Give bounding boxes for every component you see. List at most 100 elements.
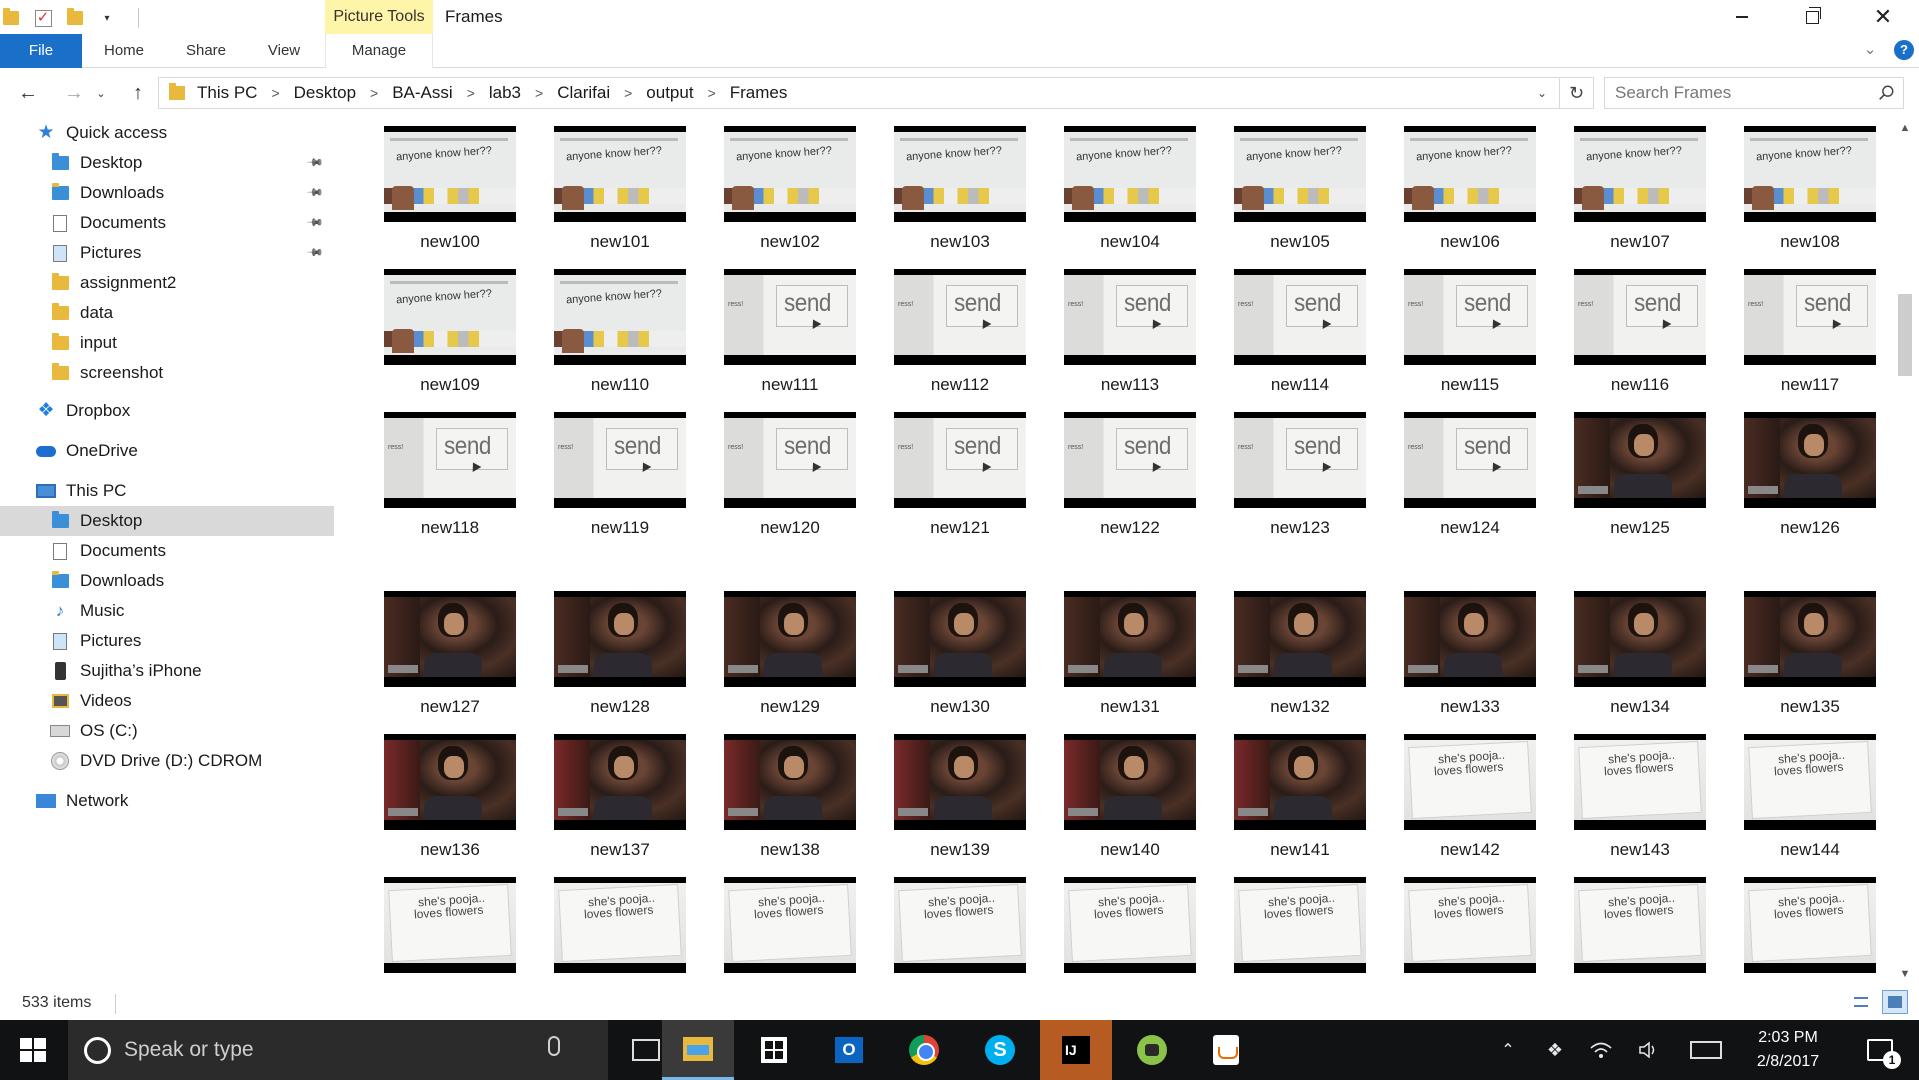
file-tile[interactable]: new137 <box>540 734 700 860</box>
breadcrumb-item[interactable]: Desktop <box>294 83 356 103</box>
file-tile[interactable]: ress! send new121 <box>880 412 1040 538</box>
close-button[interactable]: ✕ <box>1853 0 1913 34</box>
breadcrumb-item[interactable]: lab3 <box>489 83 521 103</box>
show-hidden-icons-button[interactable]: ⌃ <box>1494 1020 1522 1080</box>
breadcrumb-separator-icon[interactable]: > <box>271 85 279 101</box>
file-tile[interactable]: new141 <box>1220 734 1380 860</box>
file-tile[interactable]: anyone know her?? new103 <box>880 126 1040 252</box>
refresh-button[interactable]: ↻ <box>1559 78 1593 108</box>
new-folder-icon[interactable] <box>64 7 86 29</box>
breadcrumb-separator-icon[interactable]: > <box>535 85 543 101</box>
properties-icon[interactable]: ✓ <box>32 7 54 29</box>
file-tile[interactable]: new132 <box>1220 591 1380 717</box>
tab-manage[interactable]: Manage <box>325 34 433 68</box>
taskbar-store[interactable] <box>738 1020 810 1080</box>
nav-item-downloads[interactable]: Downloads 📌 <box>0 178 334 208</box>
file-tile[interactable]: ress! send new113 <box>1050 269 1210 395</box>
tab-share[interactable]: Share <box>176 34 236 68</box>
nav-item-pictures[interactable]: Pictures 📌 <box>0 238 334 268</box>
help-icon[interactable]: ? <box>1894 40 1914 60</box>
scroll-down-icon[interactable]: ▼ <box>1894 964 1916 984</box>
file-tile[interactable]: new140 <box>1050 734 1210 860</box>
file-tile[interactable]: ress! send new123 <box>1220 412 1380 538</box>
file-tile[interactable]: ress! send new115 <box>1390 269 1550 395</box>
breadcrumb-item[interactable]: This PC <box>197 83 257 103</box>
nav-item-desktop[interactable]: Desktop <box>0 506 334 536</box>
nav-item-this-pc[interactable]: This PC <box>0 476 334 506</box>
nav-item-desktop[interactable]: Desktop 📌 <box>0 148 334 178</box>
breadcrumb-separator-icon[interactable]: > <box>708 85 716 101</box>
breadcrumb-item[interactable]: Frames <box>730 83 788 103</box>
back-button[interactable]: ← <box>12 75 44 111</box>
taskbar-chrome[interactable] <box>888 1020 960 1080</box>
file-tile[interactable]: new128 <box>540 591 700 717</box>
file-tile[interactable]: new139 <box>880 734 1040 860</box>
file-tile[interactable]: anyone know her?? new108 <box>1730 126 1890 252</box>
vertical-scrollbar[interactable]: ▲ ▼ <box>1894 118 1916 984</box>
breadcrumb-separator-icon[interactable]: > <box>467 85 475 101</box>
customize-toolbar-chevron-icon[interactable]: ▾ <box>96 7 118 29</box>
large-icons-view-button[interactable] <box>1882 990 1908 1014</box>
nav-item-dvd-drive-d-cdrom[interactable]: DVD Drive (D:) CDROM <box>0 746 334 776</box>
file-tile[interactable]: ress! send new118 <box>370 412 530 538</box>
nav-item-network[interactable]: Network <box>0 786 334 816</box>
file-tile[interactable]: anyone know her?? new104 <box>1050 126 1210 252</box>
cortana-search-box[interactable]: Speak or type <box>68 1020 608 1080</box>
breadcrumb-item[interactable]: BA-Assi <box>392 83 452 103</box>
nav-item-music[interactable]: ♪ Music <box>0 596 334 626</box>
nav-item-data[interactable]: data <box>0 298 334 328</box>
file-tile[interactable]: ress! send new112 <box>880 269 1040 395</box>
file-tile[interactable]: anyone know her?? new109 <box>370 269 530 395</box>
nav-item-documents[interactable]: Documents <box>0 536 334 566</box>
search-input[interactable] <box>1615 79 1865 107</box>
taskbar-outlook[interactable]: O <box>813 1020 885 1080</box>
nav-item-onedrive[interactable]: OneDrive <box>0 436 334 466</box>
wifi-icon[interactable] <box>1586 1020 1616 1080</box>
file-tile[interactable]: anyone know her?? new105 <box>1220 126 1380 252</box>
file-tile[interactable]: new126 <box>1730 412 1890 538</box>
file-tile[interactable]: anyone know her?? new110 <box>540 269 700 395</box>
breadcrumb-separator-icon[interactable]: > <box>370 85 378 101</box>
nav-item-videos[interactable]: Videos <box>0 686 334 716</box>
action-center-button[interactable]: 1 <box>1850 1020 1910 1080</box>
breadcrumb-separator-icon[interactable]: > <box>624 85 632 101</box>
file-tile[interactable]: new135 <box>1730 591 1890 717</box>
expand-ribbon-chevron-icon[interactable]: ⌄ <box>1858 38 1882 62</box>
file-tile[interactable]: she's pooja.. loves flowers new143 <box>1560 734 1720 860</box>
nav-item-assignment2[interactable]: assignment2 <box>0 268 334 298</box>
file-tile[interactable]: anyone know her?? new100 <box>370 126 530 252</box>
scroll-up-icon[interactable]: ▲ <box>1894 118 1916 138</box>
taskbar-java[interactable] <box>1190 1020 1262 1080</box>
file-tile[interactable]: ress! send new124 <box>1390 412 1550 538</box>
file-tile[interactable]: she's pooja.. loves flowers new144 <box>1730 734 1890 860</box>
file-tile[interactable]: she's pooja.. loves flowers <box>1050 877 1210 978</box>
microphone-icon[interactable] <box>548 1036 560 1056</box>
file-tile[interactable]: she's pooja.. loves flowers <box>880 877 1040 978</box>
tab-file[interactable]: File <box>0 34 82 68</box>
details-view-button[interactable] <box>1848 990 1874 1014</box>
file-tile[interactable]: ress! send new119 <box>540 412 700 538</box>
recent-locations-button[interactable]: ⌄ <box>92 75 110 111</box>
up-button[interactable]: ↑ <box>122 75 154 111</box>
file-tile[interactable]: she's pooja.. loves flowers <box>1220 877 1380 978</box>
forward-button[interactable]: → <box>58 75 90 111</box>
file-tile[interactable]: she's pooja.. loves flowers <box>1730 877 1890 978</box>
scrollbar-thumb[interactable] <box>1898 294 1912 376</box>
nav-item-quick-access[interactable]: ★ Quick access <box>0 118 334 148</box>
file-tile[interactable]: she's pooja.. loves flowers <box>370 877 530 978</box>
taskbar-intellij[interactable]: IJ <box>1040 1020 1112 1080</box>
system-clock[interactable]: 2:03 PM 2/8/2017 <box>1738 1026 1838 1074</box>
address-bar[interactable]: This PC > Desktop > BA-Assi > lab3 > Clarifai > ou… <box>158 77 1594 109</box>
taskbar-file-explorer[interactable] <box>662 1020 734 1080</box>
file-tile[interactable]: new134 <box>1560 591 1720 717</box>
nav-item-sujitha-s-iphone[interactable]: Sujitha’s iPhone <box>0 656 334 686</box>
file-tile[interactable]: anyone know her?? new102 <box>710 126 870 252</box>
nav-item-dropbox[interactable]: ❖ Dropbox <box>0 396 334 426</box>
file-tile[interactable]: ress! send new120 <box>710 412 870 538</box>
file-tile[interactable]: she's pooja.. loves flowers <box>540 877 700 978</box>
file-tile[interactable]: ress! send new116 <box>1560 269 1720 395</box>
folder-icon[interactable] <box>0 7 22 29</box>
file-tile[interactable]: new129 <box>710 591 870 717</box>
windows-start-icon[interactable] <box>20 1038 46 1062</box>
nav-item-pictures[interactable]: Pictures <box>0 626 334 656</box>
